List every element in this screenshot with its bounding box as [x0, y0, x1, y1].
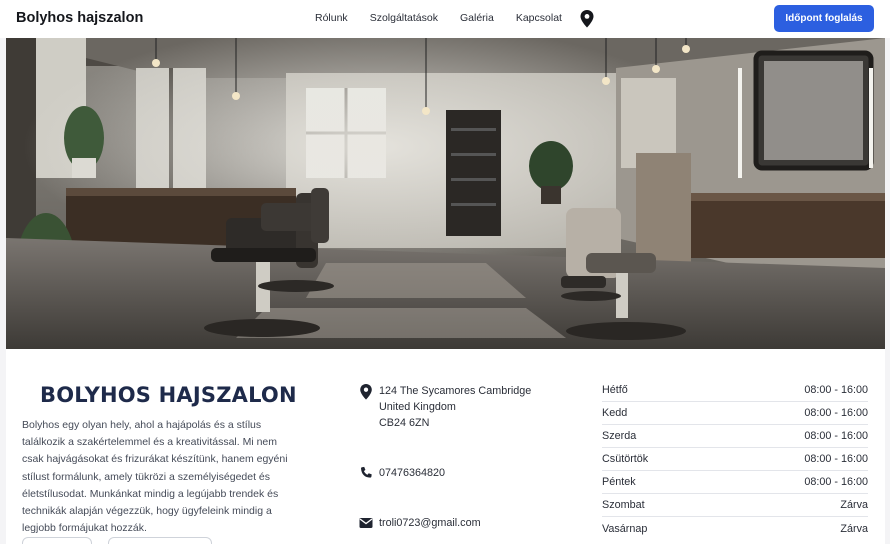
- phone-icon: [359, 466, 373, 480]
- hours-row: Hétfő 08:00 - 16:00: [602, 379, 868, 402]
- hours-row: Szerda 08:00 - 16:00: [602, 425, 868, 448]
- time-value: 08:00 - 16:00: [804, 384, 868, 396]
- day-label: Szerda: [602, 430, 637, 442]
- info-section: BOLYHOS HAJSZALON Bolyhos egy olyan hely…: [6, 349, 885, 544]
- nav-links: Rólunk Szolgáltatások Galéria Kapcsolat: [315, 12, 584, 24]
- about-text: Bolyhos egy olyan hely, ahol a hajápolás…: [22, 419, 288, 535]
- email-text[interactable]: troli0723@gmail.com: [379, 515, 481, 531]
- phone-text[interactable]: 07476364820: [379, 465, 445, 481]
- opening-hours-table: Hétfő 08:00 - 16:00 Kedd 08:00 - 16:00 Sze…: [602, 379, 868, 540]
- time-value: 08:00 - 16:00: [804, 476, 868, 488]
- hours-row: Péntek 08:00 - 16:00: [602, 471, 868, 494]
- contact-address: 124 The Sycamores Cambridge United Kingd…: [359, 383, 531, 431]
- day-label: Csütörtök: [602, 453, 649, 465]
- contact-email: troli0723@gmail.com: [359, 515, 481, 531]
- day-label: Hétfő: [602, 384, 628, 396]
- hours-row: Csütörtök 08:00 - 16:00: [602, 448, 868, 471]
- address-text: 124 The Sycamores Cambridge United Kingd…: [379, 385, 532, 429]
- nav-link-about[interactable]: Rólunk: [315, 12, 348, 24]
- day-label: Péntek: [602, 476, 636, 488]
- time-value: 08:00 - 16:00: [804, 407, 868, 419]
- secondary-button[interactable]: [108, 537, 212, 544]
- salon-logo-title: BOLYHOS HAJSZALON: [40, 383, 297, 407]
- day-label: Kedd: [602, 407, 628, 419]
- hours-row: Szombat Zárva: [602, 494, 868, 517]
- secondary-button[interactable]: [22, 537, 92, 544]
- nav-link-contact[interactable]: Kapcsolat: [516, 12, 562, 24]
- time-value: 08:00 - 16:00: [804, 430, 868, 442]
- mail-icon: [359, 516, 373, 530]
- time-value: Zárva: [840, 522, 868, 535]
- book-appointment-button[interactable]: Időpont foglalás: [774, 5, 874, 32]
- about-action-buttons: [22, 537, 212, 544]
- nav-link-services[interactable]: Szolgáltatások: [370, 12, 438, 24]
- nav-link-gallery[interactable]: Galéria: [460, 12, 494, 24]
- brand-logo[interactable]: Bolyhos hajszalon: [16, 10, 143, 26]
- map-pin-icon[interactable]: [580, 10, 594, 28]
- barber-shop-interior-illustration: [6, 38, 885, 349]
- day-label: Vasárnap: [602, 522, 648, 535]
- navbar: Bolyhos hajszalon Rólunk Szolgáltatások …: [0, 0, 890, 38]
- hours-row: Vasárnap Zárva: [602, 517, 868, 540]
- hero-image: [6, 38, 885, 349]
- hours-row: Kedd 08:00 - 16:00: [602, 402, 868, 425]
- contact-phone: 07476364820: [359, 465, 445, 481]
- map-pin-icon: [359, 384, 373, 400]
- time-value: 08:00 - 16:00: [804, 453, 868, 465]
- day-label: Szombat: [602, 499, 645, 511]
- time-value: Zárva: [840, 499, 868, 511]
